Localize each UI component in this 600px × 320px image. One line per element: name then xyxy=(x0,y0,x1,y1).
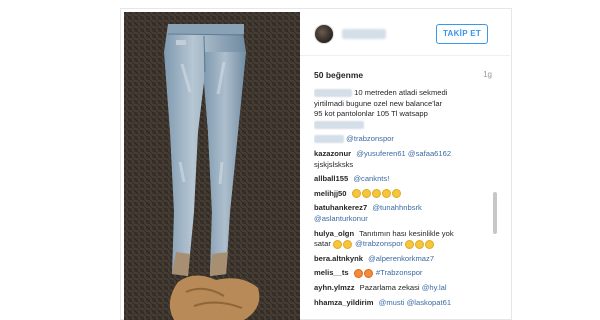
laughing-emoji-icon xyxy=(353,268,363,278)
laughing-emoji-icon xyxy=(415,239,425,249)
caption-line-2: yirtilmadi bugune ozel new balance'lar xyxy=(314,98,443,108)
likes-count[interactable]: 50 beğenme xyxy=(314,70,363,80)
comment-item: ayhn.ylmzz Pazarlama zekasi @hy.lal xyxy=(314,283,494,294)
comment-item: bera.altnkynk @alperenkorkmaz7 xyxy=(314,254,494,265)
caption-tail-redacted xyxy=(314,120,364,129)
comment-mention[interactable]: @trabzonspor xyxy=(355,239,403,248)
comment-item: hhamza_yildirim @musti @laskopat61 xyxy=(314,298,494,309)
comment-hashtag[interactable]: #Trabzonspor xyxy=(376,268,423,277)
comment-user[interactable]: batuhankerez7 xyxy=(314,203,367,212)
laughing-emoji-icon xyxy=(333,239,343,249)
laughing-emoji-icon xyxy=(381,189,391,199)
laughing-emoji-icon xyxy=(343,239,353,249)
caption-line-1: 10 metreden atladi sekmedi xyxy=(354,88,448,97)
comment-mention[interactable]: @alperenkorkmaz7 xyxy=(368,254,434,263)
comment-mention[interactable]: @musti @laskopat61 xyxy=(379,298,451,307)
post-photo[interactable] xyxy=(124,12,300,320)
comment-user[interactable]: hulya_olgn xyxy=(314,229,354,238)
laughing-emoji-icon xyxy=(425,239,435,249)
laughing-emoji-icon xyxy=(371,189,381,199)
comment-mention[interactable]: @tunahhnbsrk xyxy=(372,203,422,212)
comment-item: batuhankerez7 @tunahhnbsrk @aslanturkonu… xyxy=(314,203,494,224)
laughing-emoji-icon xyxy=(363,268,373,278)
comment-item: @trabzonspor xyxy=(314,134,494,145)
comment-user[interactable]: kazazonur xyxy=(314,149,351,158)
comment-text: Tanıtımın hası kesinlikle yok xyxy=(359,228,454,238)
post-sidebar: TAKİP ET 50 beğenme 1g 10 metreden atlad… xyxy=(300,12,510,320)
comment-mention[interactable]: @trabzonspor xyxy=(346,134,394,143)
post-header: TAKİP ET xyxy=(300,12,510,56)
comment-item: melihjj50 xyxy=(314,189,494,200)
caption-line-3: 95 kot pantolonlar 105 Tl watsapp xyxy=(314,109,428,119)
profile-avatar-icon[interactable] xyxy=(314,24,334,44)
comment-item: melis__ts #Trabzonspor xyxy=(314,268,494,279)
caption: 10 metreden atladi sekmedi yirtilmadi bu… xyxy=(314,88,494,130)
comment-mention[interactable]: @aslanturkonur xyxy=(314,214,368,223)
post-meta: 50 beğenme 1g xyxy=(314,70,492,84)
laughing-emoji-icon xyxy=(405,239,415,249)
comment-user[interactable]: melihjj50 xyxy=(314,189,347,198)
comment-user-redacted[interactable] xyxy=(314,135,344,144)
comment-text: sjskjslsksks xyxy=(314,159,354,169)
comment-item: allball155 @canknts! xyxy=(314,174,494,185)
comment-mention[interactable]: @yusuferen61 @safaa6162 xyxy=(356,149,451,158)
comment-user[interactable]: bera.altnkynk xyxy=(314,254,363,263)
username-redacted[interactable] xyxy=(342,29,386,39)
comment-user[interactable]: ayhn.ylmzz xyxy=(314,283,355,292)
laughing-emoji-icon xyxy=(361,189,371,199)
comment-user[interactable]: melis__ts xyxy=(314,268,349,277)
comments-list[interactable]: 10 metreden atladi sekmedi yirtilmadi bu… xyxy=(314,88,494,320)
post-age[interactable]: 1g xyxy=(483,70,492,79)
follow-button[interactable]: TAKİP ET xyxy=(436,24,488,44)
comment-user[interactable]: allball155 xyxy=(314,174,348,183)
comment-text: satar xyxy=(314,239,331,249)
laughing-emoji-icon xyxy=(391,189,401,199)
comment-item: hulya_olgn Tanıtımın hası kesinlikle yok… xyxy=(314,229,494,250)
laughing-emoji-icon xyxy=(351,189,361,199)
comment-mention[interactable]: @hy.lal xyxy=(422,283,447,292)
comment-text: Pazarlama zekasi xyxy=(359,282,420,292)
comment-mention[interactable]: @canknts! xyxy=(353,174,389,183)
caption-user-redacted[interactable] xyxy=(314,89,352,97)
jeans-photo xyxy=(124,12,300,320)
comment-item: kazazonur @yusuferen61 @safaa6162 sjskjs… xyxy=(314,149,494,170)
comments-scrollbar[interactable] xyxy=(493,192,497,234)
comment-user[interactable]: hhamza_yildirim xyxy=(314,298,374,307)
